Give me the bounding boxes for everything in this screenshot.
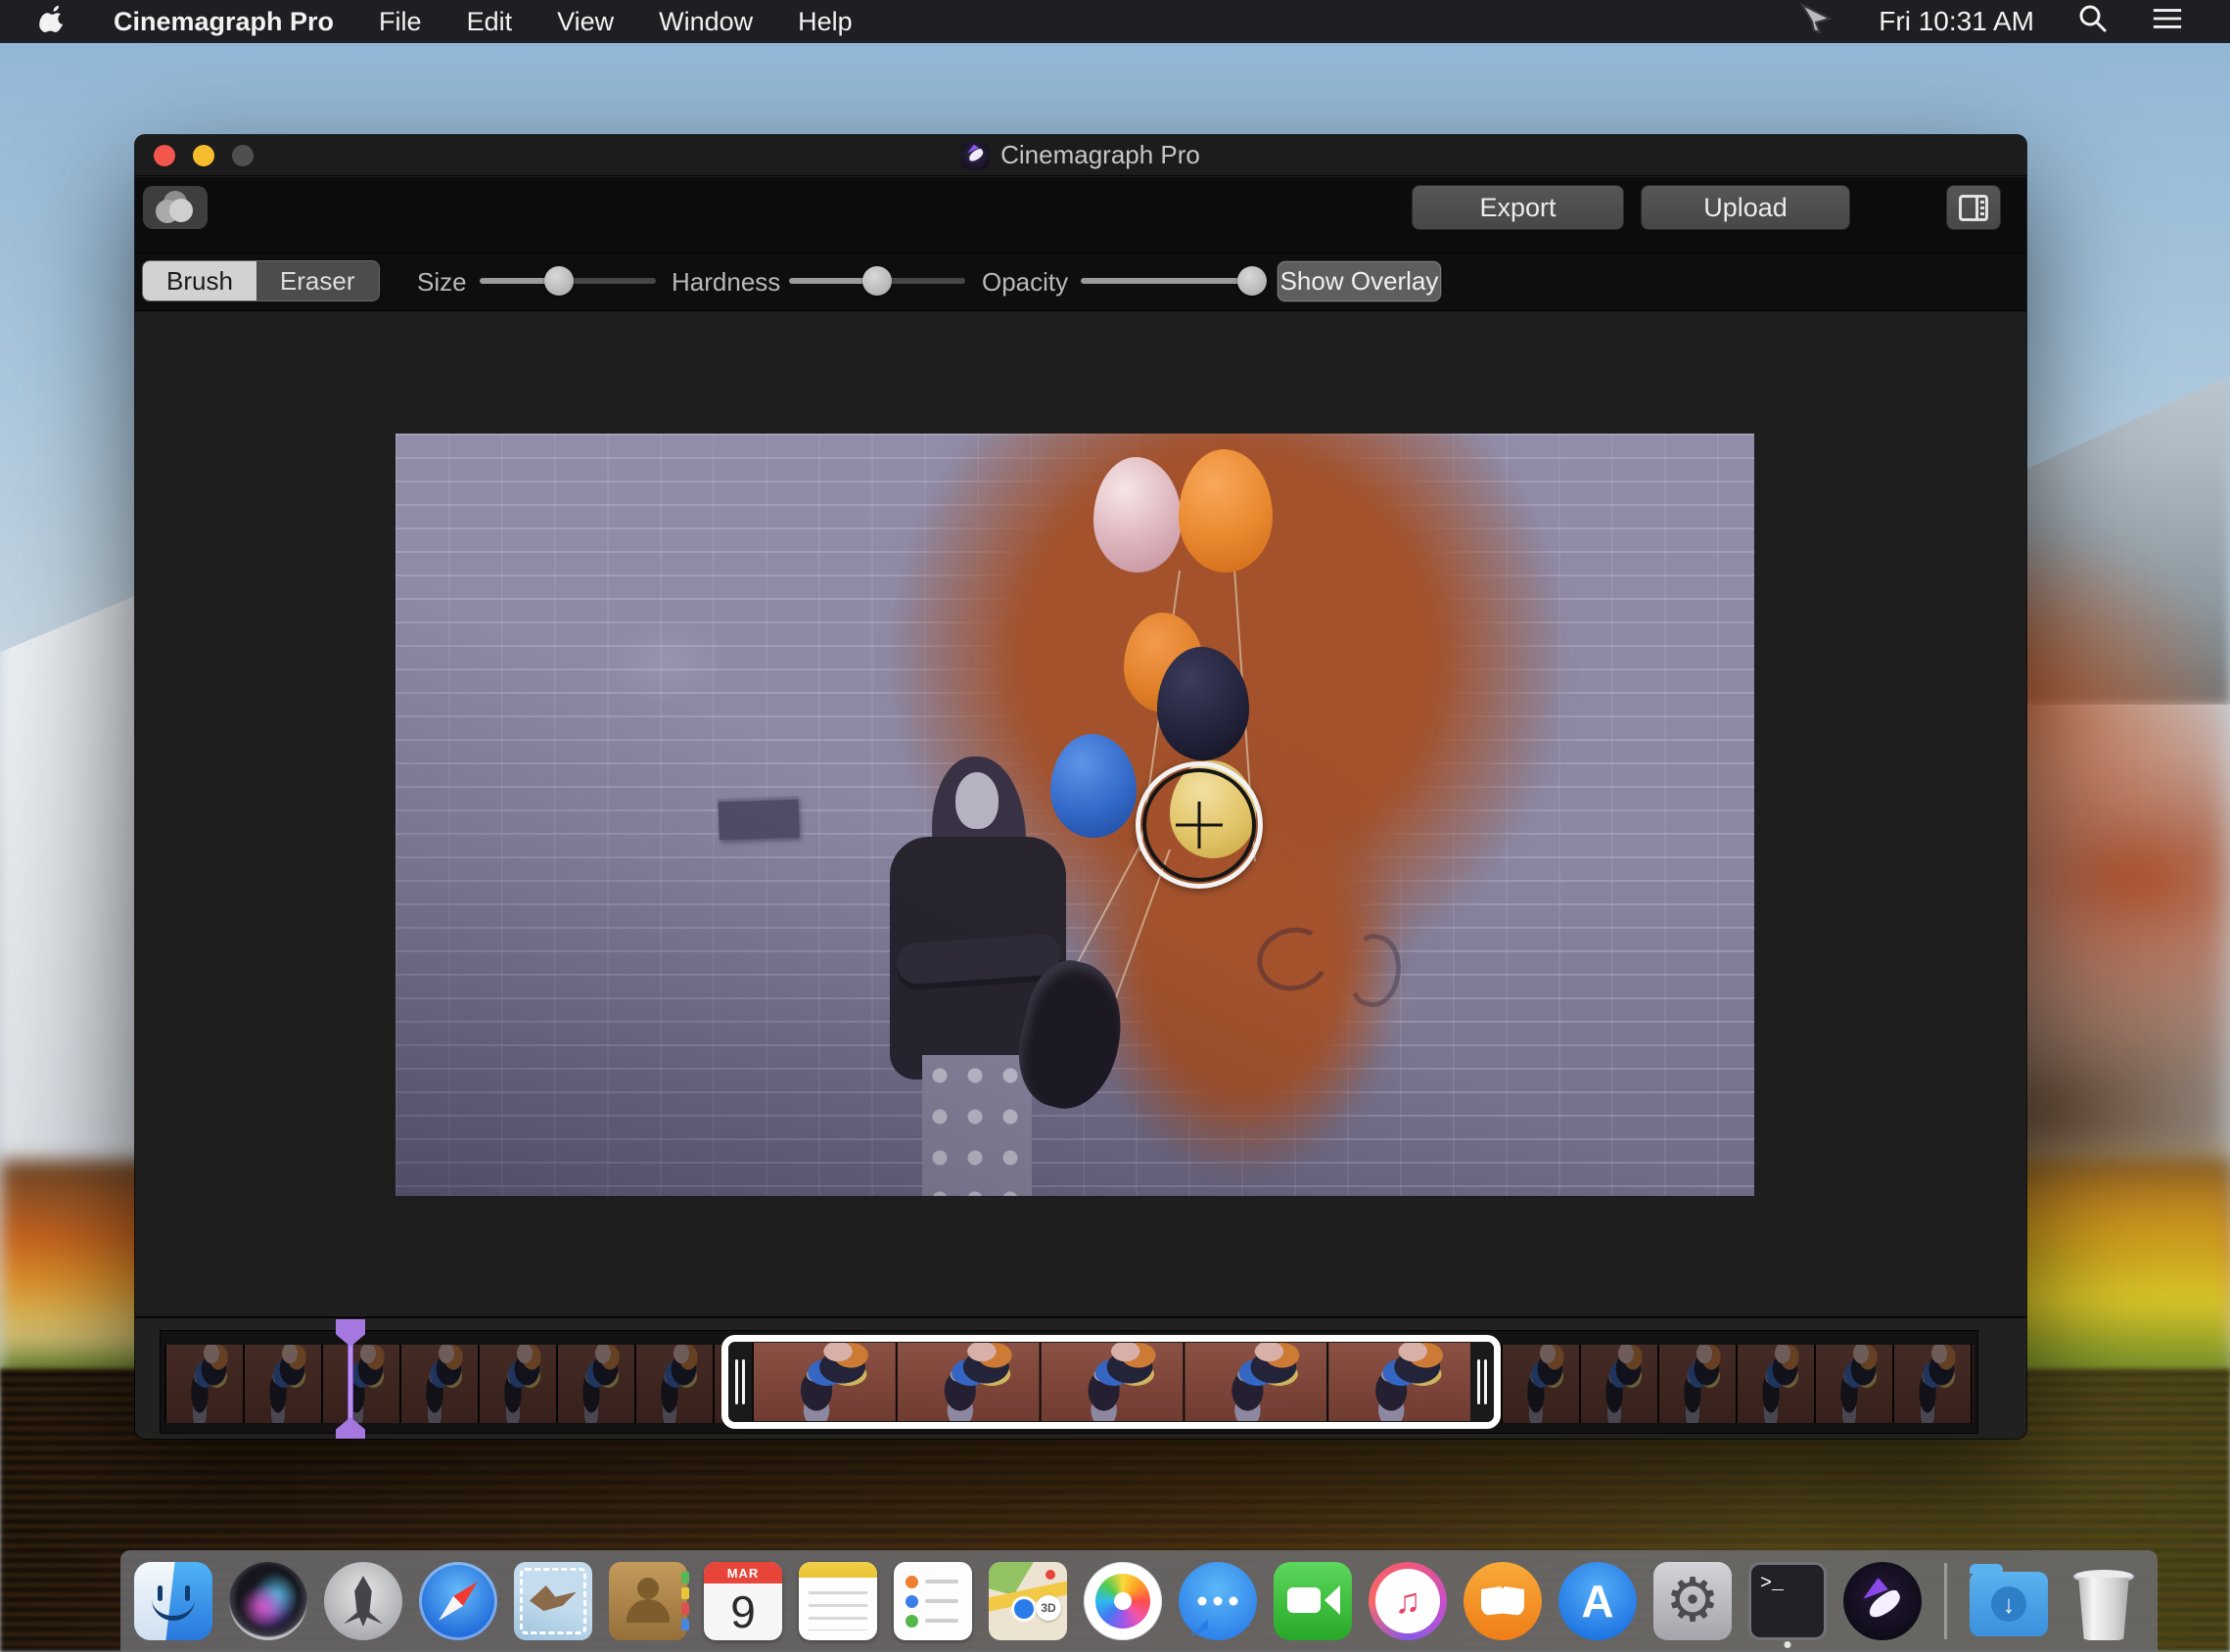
balloon-orange-top (1179, 449, 1273, 573)
dock-icon-notes[interactable] (799, 1562, 877, 1640)
filters-button[interactable] (143, 186, 208, 229)
pointer-icon (1796, 1, 1835, 43)
dock-icon-system-preferences[interactable]: ⚙ (1653, 1562, 1732, 1640)
trim-selection[interactable] (721, 1335, 1501, 1429)
timeline-frames-after[interactable] (1501, 1345, 1974, 1423)
dock-icon-launchpad[interactable] (324, 1562, 402, 1640)
trim-handle-right[interactable] (1470, 1342, 1494, 1422)
minimize-button[interactable] (193, 145, 214, 166)
desktop: Cinemagraph Pro File Edit View Window Help F… (0, 0, 2230, 1652)
dock-icon-siri[interactable] (229, 1562, 307, 1640)
appstore-letter: A (1581, 1575, 1613, 1628)
timeline-panel (135, 1316, 2026, 1439)
balloon-pink (1093, 457, 1182, 573)
trim-handle-left[interactable] (728, 1342, 752, 1422)
woman-figure (856, 717, 1149, 1196)
show-overlay-button[interactable]: Show Overlay (1278, 261, 1441, 301)
toolbar: Export Upload (135, 177, 2026, 252)
balloon-yellow (1170, 760, 1256, 858)
dock-icon-reminders[interactable] (894, 1562, 972, 1640)
brush-cursor[interactable] (1136, 761, 1263, 889)
hardness-label: Hardness (672, 267, 780, 298)
menubar: Cinemagraph Pro File Edit View Window Help F… (0, 0, 2230, 43)
dock-icon-mail[interactable] (514, 1562, 592, 1640)
dock: MAR 9 3D ♫ A ⚙ >_ (120, 1550, 2158, 1652)
dock-icon-contacts[interactable] (609, 1562, 687, 1640)
calendar-day: 9 (704, 1583, 782, 1640)
opacity-slider[interactable] (1081, 278, 1257, 284)
size-label: Size (417, 267, 467, 298)
toggle-sidebar-button[interactable] (1947, 186, 2000, 229)
dock-separator (1944, 1563, 1947, 1639)
brush-eraser-segmented-control: Brush Eraser (143, 261, 379, 300)
apple-menu-icon[interactable] (39, 5, 69, 38)
hardness-slider-knob[interactable] (862, 266, 892, 296)
gear-icon: ⚙ (1665, 1571, 1720, 1631)
size-slider-knob[interactable] (544, 266, 574, 296)
menu-item[interactable]: Edit (467, 7, 513, 37)
upload-button[interactable]: Upload (1642, 186, 1849, 229)
balloon-blue (1050, 734, 1137, 838)
size-slider[interactable] (480, 278, 656, 284)
calendar-month: MAR (704, 1562, 782, 1583)
menu-item[interactable]: Window (659, 7, 753, 37)
itunes-note-glyph: ♫ (1375, 1569, 1440, 1633)
app-icon-hummingbird (961, 142, 989, 169)
balloon-orange-mid (1124, 613, 1204, 712)
dock-icon-appstore[interactable]: A (1558, 1562, 1637, 1640)
dock-icon-downloads[interactable]: ↓ (1970, 1572, 2048, 1636)
sidebar-icon (1959, 195, 1988, 221)
dock-icon-terminal[interactable]: >_ (1748, 1562, 1827, 1640)
dock-icon-maps[interactable]: 3D (989, 1562, 1067, 1640)
dock-icon-calendar[interactable]: MAR 9 (704, 1562, 782, 1640)
window-title: Cinemagraph Pro (1000, 140, 1200, 170)
close-button[interactable] (154, 145, 175, 166)
download-arrow-icon: ↓ (1991, 1586, 2026, 1622)
graffiti (1250, 920, 1336, 999)
dock-icon-cinemagraph-pro[interactable] (1843, 1562, 1922, 1640)
maps-3d-badge: 3D (1036, 1595, 1061, 1621)
notification-center-icon[interactable] (2152, 3, 2183, 41)
wall-sign (718, 797, 799, 841)
dock-icon-itunes[interactable]: ♫ (1369, 1562, 1447, 1640)
zoom-button[interactable] (232, 145, 254, 166)
menu-item[interactable]: Help (798, 7, 853, 37)
timeline-frames-before[interactable] (164, 1345, 721, 1423)
dock-icon-facetime[interactable] (1274, 1562, 1352, 1640)
eraser-segment[interactable]: Eraser (256, 261, 379, 300)
video-canvas[interactable] (395, 434, 1754, 1196)
dock-icon-photos[interactable] (1084, 1562, 1162, 1640)
menubar-clock[interactable]: Fri 10:31 AM (1879, 6, 2034, 37)
timeline-frames-selected[interactable] (752, 1343, 1470, 1421)
opacity-slider-knob[interactable] (1237, 266, 1267, 296)
export-button[interactable]: Export (1413, 186, 1623, 229)
app-window: Cinemagraph Pro Export Upload Brush Eras… (135, 135, 2026, 1439)
dock-icon-ibooks[interactable] (1463, 1562, 1542, 1640)
menubar-app-name[interactable]: Cinemagraph Pro (114, 7, 334, 37)
window-title-group: Cinemagraph Pro (961, 140, 1200, 170)
timeline-strip[interactable] (161, 1331, 1977, 1433)
tool-options-bar: Brush Eraser Size Hardness Opacity Show … (135, 252, 2026, 311)
menu-item[interactable]: File (379, 7, 422, 37)
dock-icon-finder[interactable] (134, 1562, 212, 1640)
balloon-navy (1157, 647, 1249, 760)
brush-segment[interactable]: Brush (143, 261, 256, 300)
canvas-area (135, 313, 2026, 1316)
dock-icon-safari[interactable] (419, 1562, 497, 1640)
terminal-prompt-glyph: >_ (1760, 1573, 1784, 1595)
search-icon[interactable] (2077, 3, 2109, 41)
dock-icon-trash[interactable] (2065, 1562, 2143, 1640)
brush-revealed-region (890, 434, 1565, 1001)
menu-item[interactable]: View (557, 7, 614, 37)
menubar-menus: File Edit View Window Help (379, 7, 853, 37)
playhead[interactable] (336, 1321, 365, 1439)
dock-icon-messages[interactable] (1179, 1562, 1257, 1640)
titlebar[interactable]: Cinemagraph Pro (135, 135, 2026, 176)
hardness-slider[interactable] (789, 278, 965, 284)
opacity-label: Opacity (982, 267, 1068, 298)
